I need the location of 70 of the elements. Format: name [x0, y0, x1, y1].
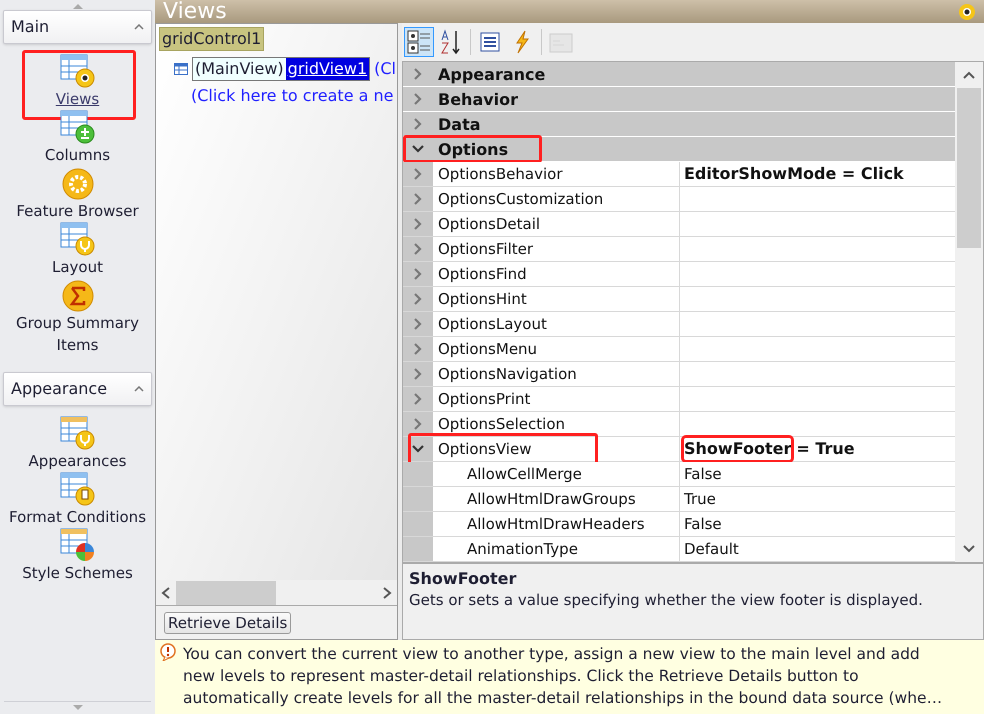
description-text: Gets or sets a value specifying whether the view footer is displayed. [409, 590, 924, 610]
row-gutter [403, 486, 433, 511]
property-name[interactable]: OptionsView [438, 438, 532, 460]
table-icon [174, 63, 188, 75]
property-name[interactable]: OptionsFilter [438, 238, 534, 260]
sigma-icon[interactable] [60, 278, 96, 312]
description-title: ShowFooter [409, 568, 518, 590]
property-value[interactable]: Default [684, 538, 739, 560]
nav-item[interactable]: Appearances [28, 450, 126, 472]
nav-item[interactable]: Format Conditions [8, 506, 146, 528]
table-plus-icon[interactable] [60, 110, 96, 144]
category-header[interactable]: Appearance [433, 62, 546, 86]
property-value[interactable]: False [684, 512, 722, 535]
scrollbar-thumb[interactable] [957, 88, 981, 248]
row-gutter [403, 536, 433, 561]
scrollbar-thumb[interactable] [176, 580, 276, 604]
property-name[interactable]: OptionsLayout [438, 312, 547, 335]
property-name[interactable]: AnimationType [467, 538, 578, 560]
property-value[interactable]: False [684, 462, 722, 485]
property-value[interactable]: EditorShowMode = Click [684, 162, 904, 185]
property-name[interactable]: OptionsNavigation [438, 362, 577, 385]
eye-icon [958, 2, 976, 20]
horizontal-scrollbar[interactable] [156, 580, 397, 606]
nav-item[interactable]: Columns [44, 144, 110, 166]
group-header[interactable]: Appearance [3, 372, 152, 406]
property-name[interactable]: OptionsPrint [438, 388, 530, 410]
table-wrench-icon[interactable] [60, 416, 96, 450]
category-header[interactable]: Behavior [433, 86, 518, 111]
gear-icon[interactable] [60, 166, 96, 200]
property-name[interactable]: AllowCellMerge [467, 462, 582, 485]
create-view-link[interactable]: (Click here to create a ne [191, 86, 394, 105]
nav-item[interactable]: Layout [52, 256, 103, 278]
collapse-icon [134, 24, 144, 30]
retrieve-details-button[interactable]: Retrieve Details [164, 612, 292, 634]
page-title: Views [163, 0, 227, 23]
group-header[interactable]: Main [3, 10, 152, 44]
property-name[interactable]: OptionsFind [438, 262, 527, 285]
property-value[interactable]: = True [796, 438, 855, 460]
nav-item[interactable]: Views [56, 88, 100, 110]
property-value[interactable]: True [684, 488, 716, 510]
category-header[interactable]: Data [433, 112, 481, 136]
property-name[interactable]: OptionsDetail [438, 212, 540, 235]
vertical-scrollbar[interactable] [955, 62, 983, 562]
view-note: (Cl [374, 58, 396, 80]
view-type-label: (MainView) [194, 58, 285, 80]
property-value[interactable]: ShowFooter [684, 438, 792, 460]
info-bubble-icon [159, 643, 177, 661]
table-eye-icon[interactable] [60, 54, 96, 88]
scroll-up-icon[interactable] [962, 70, 976, 80]
property-name[interactable]: AllowHtmlDrawHeaders [467, 512, 645, 535]
table-pencil-icon[interactable] [60, 472, 96, 506]
property-name[interactable]: AllowHtmlDrawGroups [467, 488, 636, 510]
categorized-icon[interactable] [406, 28, 432, 55]
nav-item[interactable]: Style Schemes [22, 562, 133, 584]
table-pie-icon[interactable] [60, 528, 96, 562]
table-wrench-icon[interactable] [60, 222, 96, 256]
nav-item[interactable]: Feature Browser [16, 200, 139, 222]
property-name[interactable]: OptionsBehavior [438, 162, 562, 185]
scroll-down-icon[interactable] [962, 544, 976, 554]
hint-text: You can convert the current view to another type, assign a new view to the main level and add new levels to represent master-detail relationships. Click the Retrieve Details button to automatically create levels for all the master-detail relationships in the bound data source (whe… [183, 644, 942, 709]
collapse-icon [134, 386, 144, 392]
category-header[interactable]: Options [433, 136, 508, 161]
nav-item[interactable]: Group Summary Items [0, 312, 155, 356]
tree-root-node[interactable]: gridControl1 [159, 27, 264, 51]
property-name[interactable]: OptionsMenu [438, 338, 538, 360]
row-gutter [403, 512, 433, 536]
property-name[interactable]: OptionsCustomization [438, 188, 604, 210]
property-name[interactable]: OptionsHint [438, 288, 527, 310]
view-link[interactable]: gridView1 [286, 58, 370, 80]
property-name[interactable]: OptionsSelection [438, 412, 566, 435]
